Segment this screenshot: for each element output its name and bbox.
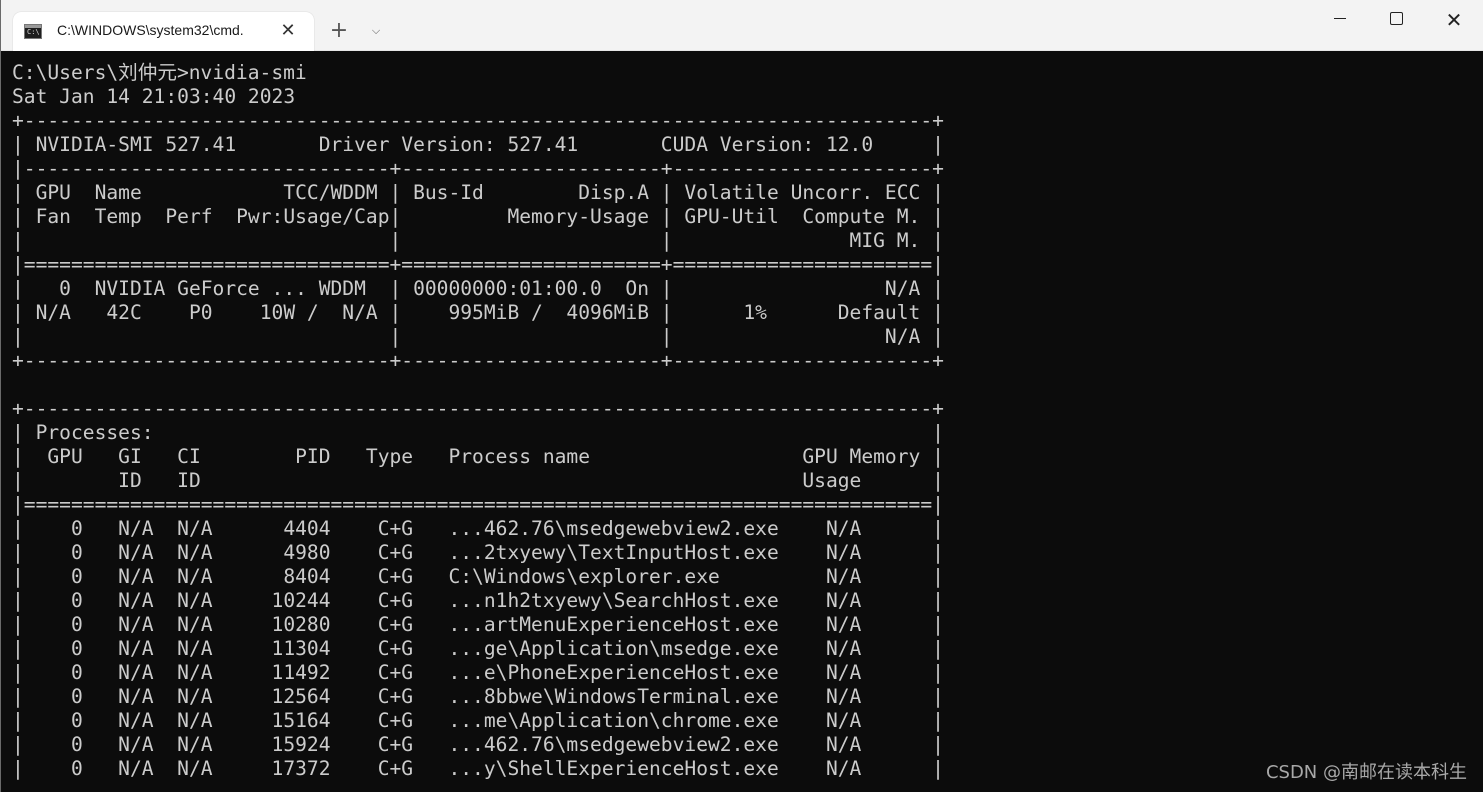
terminal-line: | 0 N/A N/A 10244 C+G ...n1h2txyewy\Sear…	[12, 589, 944, 612]
terminal-line: | 0 N/A N/A 4980 C+G ...2txyewy\TextInpu…	[12, 541, 944, 564]
terminal-line: C:\Users\刘仲元>nvidia-smi	[12, 61, 307, 84]
cmd-icon-glyph: C:\	[27, 28, 40, 36]
terminal-line: | 0 NVIDIA GeForce ... WDDM | 00000000:0…	[12, 277, 944, 300]
maximize-button[interactable]	[1373, 8, 1419, 42]
terminal-line: | 0 N/A N/A 15164 C+G ...me\Application\…	[12, 709, 944, 732]
title-bar[interactable]: C:\ C:\WINDOWS\system32\cmd. ✕ + ⌵ ✕	[1, 0, 1483, 51]
terminal-line: | 0 N/A N/A 10280 C+G ...artMenuExperien…	[12, 613, 944, 636]
terminal-line: +---------------------------------------…	[12, 397, 944, 420]
terminal-line: Sat Jan 14 21:03:40 2023	[12, 85, 296, 108]
cmd-icon: C:\	[24, 24, 42, 39]
terminal-line: | Fan Temp Perf Pwr:Usage/Cap| Memory-Us…	[12, 205, 944, 228]
csdn-watermark: CSDN @南邮在读本科生	[1265, 762, 1467, 783]
terminal-line: | 0 N/A N/A 11492 C+G ...e\PhoneExperien…	[12, 661, 944, 684]
terminal-line: | Processes: |	[12, 421, 944, 444]
terminal-line: |===============================+=======…	[12, 253, 944, 276]
tab-title: C:\WINDOWS\system32\cmd.	[57, 22, 244, 38]
terminal-line: |=======================================…	[12, 493, 944, 516]
terminal-line: | 0 N/A N/A 4404 C+G ...462.76\msedgeweb…	[12, 517, 944, 540]
close-window-button[interactable]: ✕	[1431, 8, 1477, 42]
terminal-line: | GPU Name TCC/WDDM | Bus-Id Disp.A | Vo…	[12, 181, 944, 204]
terminal-line: | NVIDIA-SMI 527.41 Driver Version: 527.…	[12, 133, 944, 156]
minimize-icon	[1334, 18, 1346, 19]
terminal-line: | | | N/A |	[12, 325, 944, 348]
terminal-line: | 0 N/A N/A 17372 C+G ...y\ShellExperien…	[12, 757, 944, 780]
terminal-line: | N/A 42C P0 10W / N/A | 995MiB / 4096Mi…	[12, 301, 944, 324]
terminal-line: | 0 N/A N/A 11304 C+G ...ge\Application\…	[12, 637, 944, 660]
terminal-line: +-------------------------------+-------…	[12, 349, 944, 372]
terminal-line: | | | MIG M. |	[12, 229, 944, 252]
minimize-button[interactable]	[1317, 8, 1363, 42]
close-tab-icon[interactable]: ✕	[277, 20, 299, 42]
maximize-icon	[1389, 12, 1403, 25]
terminal-line: | 0 N/A N/A 15924 C+G ...462.76\msedgewe…	[12, 733, 944, 756]
chevron-down-icon[interactable]: ⌵	[365, 20, 387, 42]
terminal-line: |-------------------------------+-------…	[12, 157, 944, 180]
terminal-line: +---------------------------------------…	[12, 109, 944, 132]
terminal-line: | ID ID Usage |	[12, 469, 944, 492]
tab-cmd[interactable]: C:\ C:\WINDOWS\system32\cmd. ✕	[13, 12, 314, 51]
terminal-output[interactable]: C:\Users\刘仲元>nvidia-smi Sat Jan 14 21:03:…	[12, 61, 944, 781]
terminal-line: | GPU GI CI PID Type Process name GPU Me…	[12, 445, 944, 468]
terminal-line: | 0 N/A N/A 12564 C+G ...8bbwe\WindowsTe…	[12, 685, 944, 708]
new-tab-icon[interactable]: +	[326, 19, 352, 45]
terminal-line: | 0 N/A N/A 8404 C+G C:\Windows\explorer…	[12, 565, 944, 588]
terminal-window: C:\ C:\WINDOWS\system32\cmd. ✕ + ⌵ ✕ C:\…	[0, 0, 1483, 792]
